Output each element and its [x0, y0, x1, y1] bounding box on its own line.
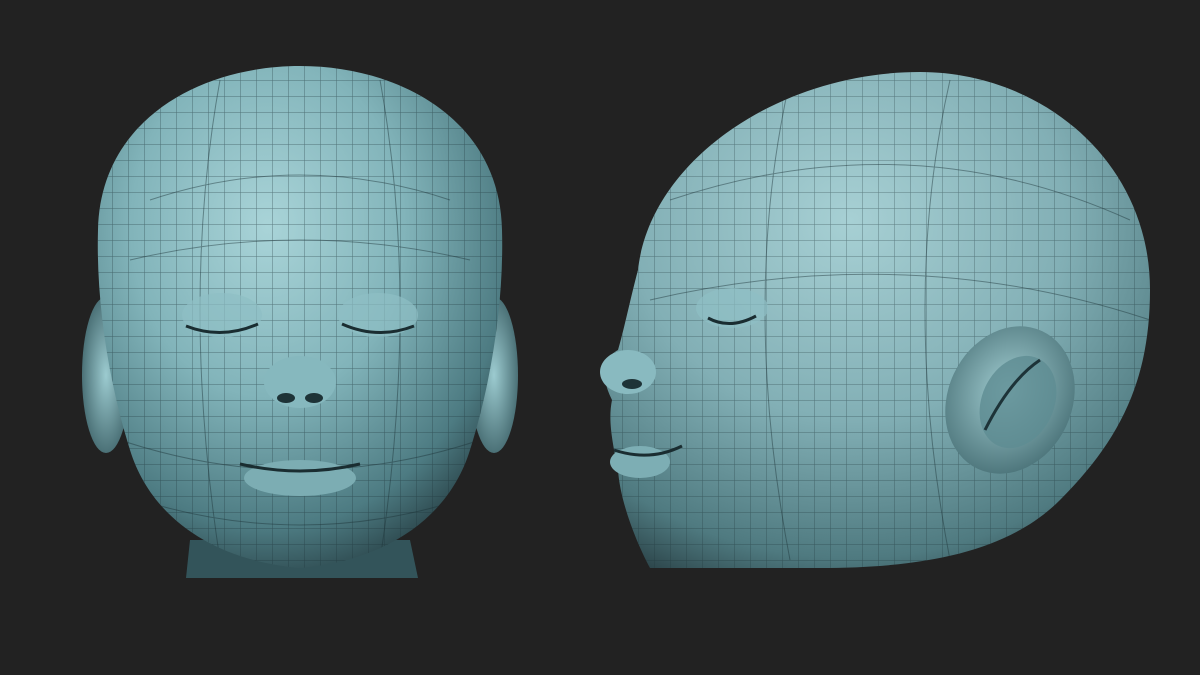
closed-eye-side: [696, 288, 768, 328]
front-view-panel: [0, 0, 600, 675]
render-viewport: [0, 0, 1200, 675]
nose-side: [600, 350, 656, 394]
wireframe-grid-side: [604, 72, 1151, 568]
nose: [264, 356, 336, 408]
baby-head-front: [82, 66, 518, 578]
baby-head-side: [600, 72, 1151, 568]
side-view-panel: [590, 0, 1200, 675]
